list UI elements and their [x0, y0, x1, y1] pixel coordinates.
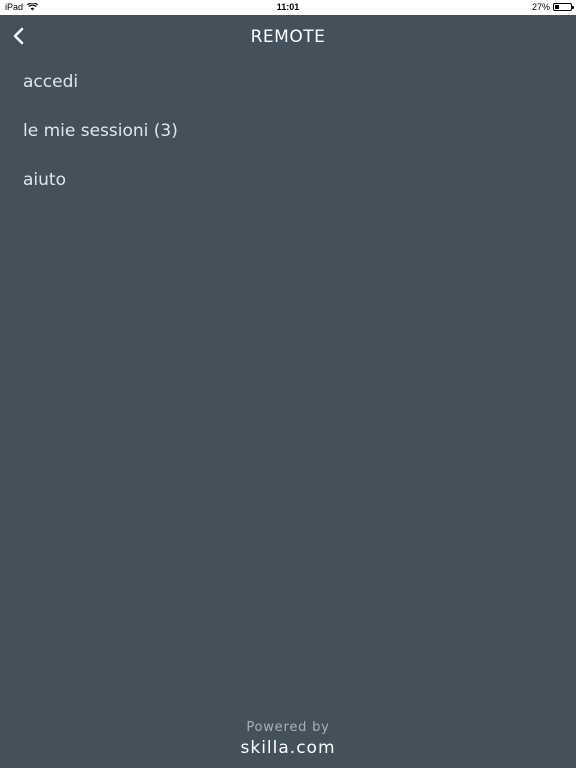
status-right: 27% [531, 2, 574, 12]
navigation-header: REMOTE [0, 15, 576, 61]
menu-item-accedi[interactable]: accedi [0, 61, 576, 110]
status-time: 11:01 [276, 2, 300, 12]
menu-item-help[interactable]: aiuto [0, 159, 576, 208]
status-bar: iPad 11:01 27% [0, 0, 576, 15]
footer: Powered by skilla.com [0, 720, 576, 758]
menu-item-sessions[interactable]: le mie sessioni (3) [0, 110, 576, 159]
battery-icon [553, 3, 574, 11]
battery-percent: 27% [531, 2, 550, 12]
powered-by-label: Powered by [246, 720, 330, 735]
menu-list: accedi le mie sessioni (3) aiuto [0, 61, 576, 208]
battery-fill [555, 5, 559, 9]
brand-link[interactable]: skilla.com [0, 738, 576, 758]
page-title: REMOTE [250, 27, 326, 47]
